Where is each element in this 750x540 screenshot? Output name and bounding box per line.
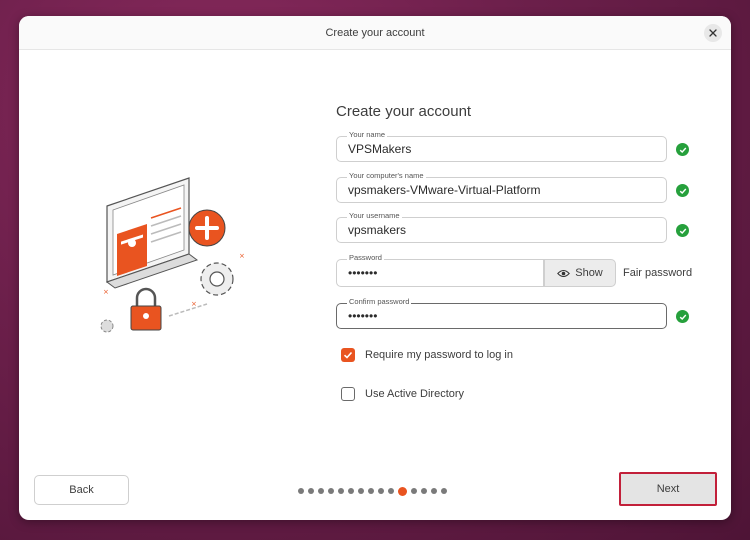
step-dot (348, 488, 354, 494)
step-dot (358, 488, 364, 494)
confirm-password-field[interactable]: Confirm password ••••••• (336, 297, 667, 329)
active-directory-checkbox[interactable] (341, 387, 355, 401)
close-button[interactable] (704, 24, 722, 42)
password-label: Password (347, 253, 384, 263)
name-field[interactable]: Your name VPSMakers (336, 130, 667, 162)
name-value: VPSMakers (348, 142, 412, 156)
next-button[interactable]: Next (619, 472, 717, 506)
checkmark-icon (343, 351, 353, 359)
close-icon (709, 29, 717, 37)
security-illustration: × × × (100, 177, 245, 333)
step-dot (368, 488, 374, 494)
confirm-password-valid-check-icon (676, 310, 689, 323)
plus-badge-icon (188, 209, 226, 247)
name-label: Your name (347, 130, 387, 140)
username-field[interactable]: Your username vpsmakers (336, 211, 667, 243)
password-strength: Fair password (623, 267, 693, 279)
username-valid-check-icon (676, 224, 689, 237)
svg-text:×: × (191, 300, 197, 308)
confirm-password-value: ••••••• (348, 309, 378, 323)
name-valid-check-icon (676, 143, 689, 156)
step-dot (308, 488, 314, 494)
window-title: Create your account (325, 27, 425, 39)
form-heading: Create your account (336, 103, 472, 120)
step-dot (421, 488, 427, 494)
password-value: ••••••• (348, 266, 378, 280)
computer-name-label: Your computer's name (347, 171, 426, 181)
step-dot-active (398, 486, 407, 496)
monitor-icon (105, 177, 199, 289)
back-button[interactable]: Back (34, 475, 129, 505)
step-dot (411, 488, 417, 494)
require-password-checkbox[interactable] (341, 348, 355, 362)
installer-window: Create your account × × × Create your ac… (19, 16, 731, 520)
step-dot (378, 488, 384, 494)
small-gear-icon (100, 319, 114, 333)
titlebar: Create your account (19, 16, 731, 50)
computer-name-field[interactable]: Your computer's name vpsmakers-VMware-Vi… (336, 171, 667, 203)
computer-name-valid-check-icon (676, 184, 689, 197)
step-dot (338, 488, 344, 494)
username-value: vpsmakers (348, 223, 407, 237)
computer-name-value: vpsmakers-VMware-Virtual-Platform (348, 183, 541, 197)
svg-text:×: × (103, 288, 109, 296)
require-password-label[interactable]: Require my password to log in (365, 349, 513, 361)
active-directory-label[interactable]: Use Active Directory (365, 388, 464, 400)
username-label: Your username (347, 211, 402, 221)
show-password-label: Show (575, 267, 603, 279)
step-dot (441, 488, 447, 494)
gear-icon (200, 262, 234, 296)
confirm-password-label: Confirm password (347, 297, 412, 307)
step-dot (318, 488, 324, 494)
padlock-icon (130, 287, 162, 331)
password-field[interactable]: Password ••••••• (336, 253, 544, 287)
eye-icon (557, 269, 571, 277)
svg-text:×: × (239, 252, 245, 260)
step-dot (431, 488, 437, 494)
step-indicator (298, 486, 447, 496)
step-dot (328, 488, 334, 494)
step-dot (388, 488, 394, 494)
step-dot (298, 488, 304, 494)
show-password-button[interactable]: Show (544, 259, 616, 287)
